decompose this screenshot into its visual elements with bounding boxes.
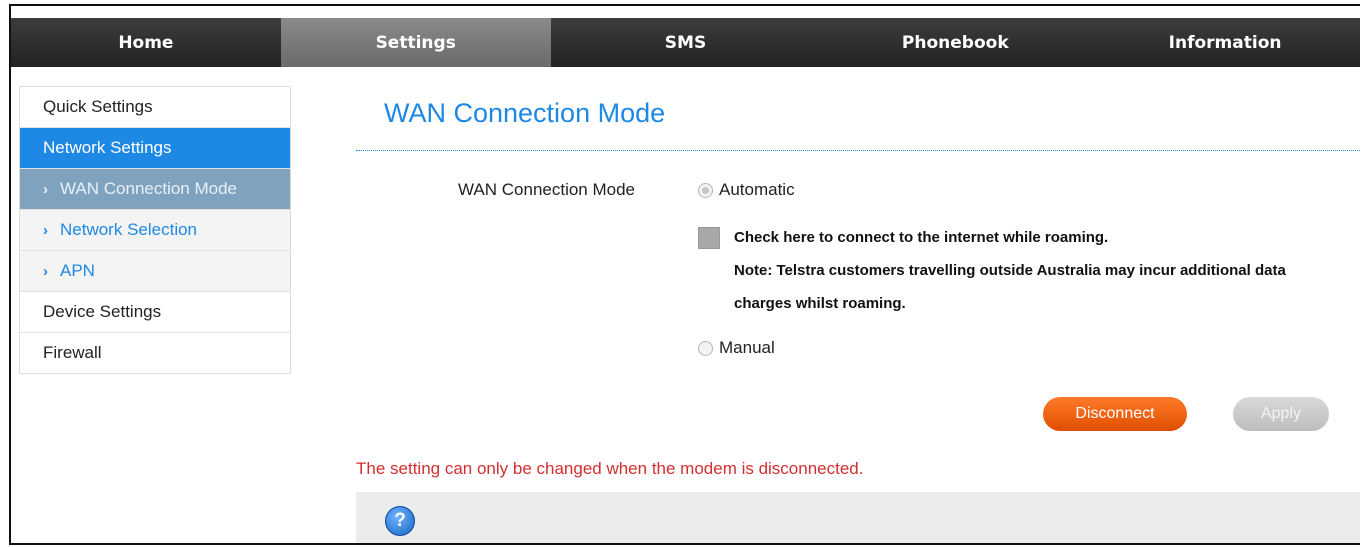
apply-button[interactable]: Apply: [1233, 397, 1329, 431]
automatic-radio[interactable]: [698, 183, 713, 199]
help-bar: ?: [356, 492, 1360, 543]
settings-sidebar: Quick Settings Network Settings › WAN Co…: [19, 86, 291, 374]
nav-sms[interactable]: SMS: [551, 18, 821, 67]
manual-radio[interactable]: [698, 341, 713, 357]
wan-mode-label: WAN Connection Mode: [458, 180, 636, 199]
top-title-fragment: [51, 6, 371, 12]
manual-label: Manual: [719, 338, 775, 357]
sidebar-item-device-settings[interactable]: Device Settings: [20, 292, 290, 333]
chevron-right-icon: ›: [43, 262, 48, 280]
automatic-option[interactable]: Automatic: [698, 180, 795, 200]
sidebar-item-label: WAN Connection Mode: [60, 179, 238, 198]
roaming-checkbox-label: Check here to connect to the internet wh…: [734, 229, 1109, 246]
sidebar-item-label: Quick Settings: [43, 97, 153, 116]
main-content: WAN Connection Mode WAN Connection Mode …: [356, 86, 1360, 543]
page-title: WAN Connection Mode: [356, 86, 1360, 151]
help-icon[interactable]: ?: [385, 506, 415, 536]
sidebar-item-network-selection[interactable]: › Network Selection: [20, 210, 290, 251]
nav-phonebook[interactable]: Phonebook: [820, 18, 1090, 67]
router-admin-window: Home Settings SMS Phonebook Information …: [9, 4, 1360, 545]
automatic-label: Automatic: [719, 180, 795, 199]
disconnect-button[interactable]: Disconnect: [1043, 397, 1187, 431]
roaming-checkbox[interactable]: [698, 227, 720, 249]
sidebar-item-network-settings[interactable]: Network Settings: [20, 128, 290, 169]
sidebar-item-firewall[interactable]: Firewall: [20, 333, 290, 373]
roaming-note-line1: Note: Telstra customers travelling outsi…: [734, 262, 1286, 279]
sidebar-item-quick-settings[interactable]: Quick Settings: [20, 87, 290, 128]
sidebar-item-label: Firewall: [43, 343, 102, 362]
manual-option[interactable]: Manual: [698, 338, 775, 358]
sidebar-item-label: Device Settings: [43, 302, 162, 321]
nav-home[interactable]: Home: [11, 18, 281, 67]
sidebar-item-label: Network Settings: [43, 138, 172, 157]
chevron-right-icon: ›: [43, 180, 48, 198]
nav-settings[interactable]: Settings: [280, 18, 551, 67]
main-nav: Home Settings SMS Phonebook Information: [11, 18, 1360, 67]
disconnect-warning: The setting can only be changed when the…: [356, 459, 864, 478]
sidebar-item-label: Network Selection: [60, 220, 198, 239]
sidebar-item-wan-connection-mode[interactable]: › WAN Connection Mode: [20, 169, 290, 210]
sidebar-item-label: APN: [60, 261, 95, 280]
chevron-right-icon: ›: [43, 221, 48, 239]
nav-information[interactable]: Information: [1090, 18, 1360, 67]
sidebar-item-apn[interactable]: › APN: [20, 251, 290, 292]
roaming-note-line2: charges whilst roaming.: [734, 295, 906, 312]
